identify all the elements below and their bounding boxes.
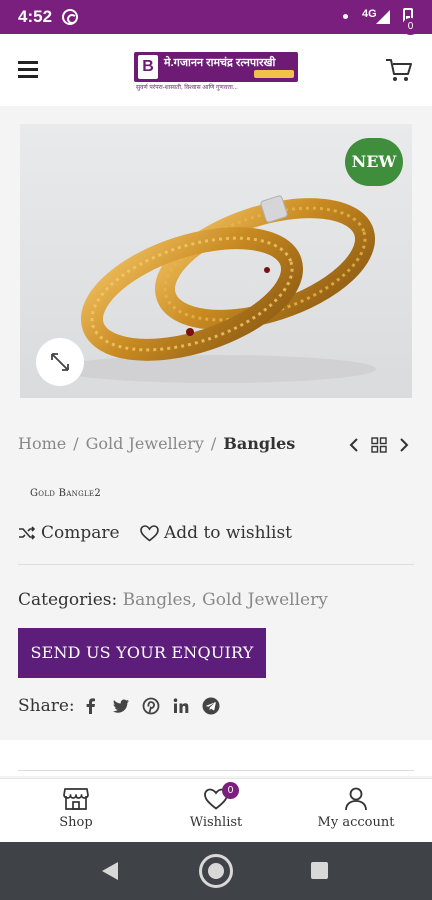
category-link-bangles[interactable]: Bangles	[123, 590, 192, 610]
new-badge: NEW	[345, 138, 403, 186]
zoom-button[interactable]	[36, 338, 84, 386]
menu-icon[interactable]	[18, 61, 38, 78]
breadcrumb: Home / Gold Jewellery / Bangles	[18, 434, 295, 453]
breadcrumb-separator: /	[73, 434, 79, 453]
category-separator: ,	[191, 590, 197, 610]
logo-name: मे.गजानन रामचंद्र रत्नपारखी	[164, 57, 276, 69]
previous-product-icon[interactable]	[346, 436, 362, 454]
next-product-icon[interactable]	[396, 436, 412, 454]
compare-label: Compare	[41, 523, 120, 543]
compare-button[interactable]: Compare	[18, 520, 120, 546]
share-icons	[82, 697, 232, 715]
nav-shop-label: Shop	[59, 815, 93, 830]
user-icon	[345, 787, 367, 811]
wishlist-label: Add to wishlist	[164, 523, 293, 543]
product-sku: Gold Bangle2	[30, 488, 102, 499]
heart-icon	[140, 524, 159, 542]
telegram-icon[interactable]	[202, 697, 220, 715]
notification-dot-icon	[343, 14, 348, 19]
signal-icon	[376, 10, 390, 24]
expand-icon	[51, 353, 69, 371]
logo-tagline: सुवर्ण परंपरा-शास्वती, विश्वास आणि गुणवत…	[136, 85, 238, 91]
nav-my-account[interactable]: My account	[306, 779, 406, 843]
share-label: Share:	[18, 696, 75, 716]
cart-count-badge: 0	[402, 18, 419, 35]
logo-banner: B मे.गजानन रामचंद्र रत्नपारखी	[134, 52, 298, 82]
cart-icon[interactable]	[384, 56, 414, 84]
back-to-products-icon[interactable]	[371, 437, 387, 453]
bottom-navigation: Shop Wishlist My account	[0, 778, 432, 842]
status-time: 4:52	[18, 7, 53, 26]
divider	[18, 564, 414, 565]
site-logo[interactable]: B मे.गजानन रामचंद्र रत्नपारखी सुवर्ण परं…	[134, 52, 298, 92]
back-icon[interactable]	[102, 862, 118, 880]
add-to-wishlist-button[interactable]: Add to wishlist	[140, 520, 292, 546]
nav-wishlist-label: Wishlist	[189, 815, 243, 830]
breadcrumb-separator: /	[210, 434, 217, 453]
nav-my-account-label: My account	[317, 815, 395, 830]
breadcrumb-current: Bangles	[223, 434, 296, 453]
recent-apps-icon[interactable]	[311, 862, 328, 879]
product-categories: Categories: Bangles, Gold Jewellery	[18, 590, 328, 610]
logo-mark: B	[138, 55, 158, 79]
shop-icon	[63, 788, 89, 810]
status-bar: 4:52 4G	[0, 0, 432, 34]
network-type: 4G	[362, 8, 377, 20]
linkedin-icon[interactable]	[172, 697, 190, 715]
twitter-icon[interactable]	[112, 697, 130, 715]
app-notification-icon	[62, 9, 78, 25]
divider	[18, 770, 414, 771]
breadcrumb-gold-jewellery[interactable]: Gold Jewellery	[86, 434, 204, 453]
logo-badge	[254, 70, 294, 78]
wishlist-count-badge: 0	[222, 782, 239, 799]
facebook-icon[interactable]	[82, 697, 100, 715]
nav-wishlist[interactable]: Wishlist	[176, 779, 256, 843]
site-header: B मे.गजानन रामचंद्र रत्नपारखी सुवर्ण परं…	[0, 34, 432, 106]
categories-label: Categories:	[18, 590, 118, 610]
breadcrumb-home[interactable]: Home	[18, 434, 66, 453]
send-enquiry-button[interactable]: SEND US YOUR ENQUIRY	[18, 628, 266, 678]
pinterest-icon[interactable]	[142, 697, 160, 715]
nav-shop[interactable]: Shop	[46, 779, 106, 843]
category-link-gold-jewellery[interactable]: Gold Jewellery	[202, 590, 328, 610]
shuffle-icon	[19, 526, 36, 540]
home-icon[interactable]	[199, 854, 233, 888]
